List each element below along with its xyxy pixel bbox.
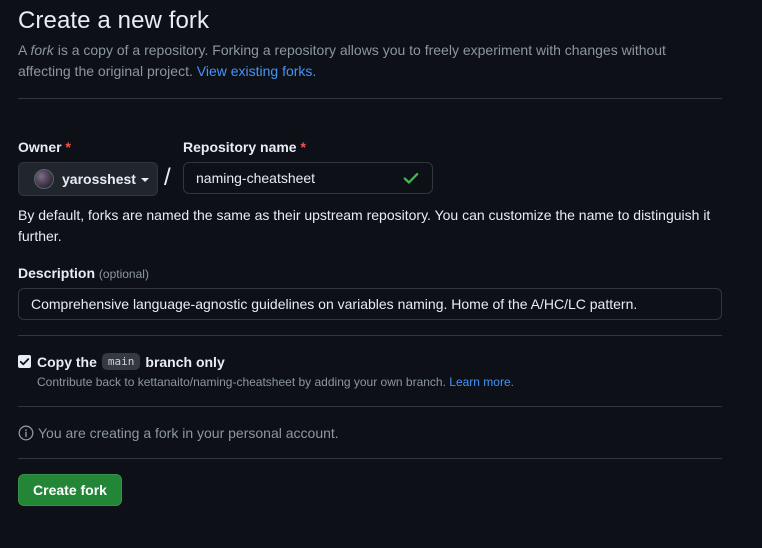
owner-required-mark: *: [65, 139, 71, 155]
owner-label-text: Owner: [18, 139, 62, 155]
owner-label: Owner *: [18, 139, 71, 155]
check-icon: [403, 172, 419, 184]
subtitle-fork-word: fork: [30, 42, 54, 58]
branch-name-code: main: [101, 353, 141, 370]
avatar: [34, 169, 54, 189]
subtitle-text: is a copy of a repository. Forking a rep…: [18, 42, 666, 79]
divider: [18, 98, 722, 99]
checkmark-icon: [19, 358, 30, 366]
repo-name-label-text: Repository name: [183, 139, 297, 155]
view-existing-forks-link[interactable]: View existing forks.: [197, 63, 317, 79]
fork-name-helper-text: By default, forks are named the same as …: [18, 207, 711, 244]
repo-name-input[interactable]: naming-cheatsheet: [183, 162, 433, 194]
copy-branch-label-before: Copy the: [37, 353, 97, 370]
copy-branch-label-after: branch only: [145, 353, 225, 370]
chevron-down-icon: [140, 178, 149, 182]
description-value: Comprehensive language-agnostic guidelin…: [31, 296, 638, 312]
copy-branch-note-text: Contribute back to kettanaito/naming-che…: [37, 375, 446, 389]
learn-more-link[interactable]: Learn more.: [449, 375, 514, 389]
description-optional-text: (optional): [98, 267, 149, 281]
copy-branch-label[interactable]: Copy the main branch only: [37, 353, 225, 370]
divider: [18, 335, 722, 336]
copy-branch-note: Contribute back to kettanaito/naming-che…: [37, 375, 514, 389]
info-icon: [18, 425, 34, 441]
owner-repo-separator: /: [164, 164, 171, 191]
subtitle-prefix: A: [18, 42, 31, 58]
personal-account-notice: You are creating a fork in your personal…: [18, 425, 339, 441]
description-input[interactable]: Comprehensive language-agnostic guidelin…: [18, 288, 722, 320]
personal-account-notice-text: You are creating a fork in your personal…: [38, 425, 339, 441]
page-subtitle: A fork is a copy of a repository. Forkin…: [18, 40, 698, 82]
copy-main-branch-checkbox[interactable]: [18, 355, 31, 368]
description-label-text: Description: [18, 265, 96, 281]
owner-name: yarosshest: [62, 171, 136, 187]
divider: [18, 406, 722, 407]
page-title: Create a new fork: [18, 7, 210, 34]
repo-name-required-mark: *: [300, 139, 306, 155]
description-label: Description (optional): [18, 265, 149, 281]
create-fork-page: Create a new fork A fork is a copy of a …: [0, 0, 762, 548]
repo-name-label: Repository name *: [183, 139, 306, 155]
repo-name-value: naming-cheatsheet: [196, 170, 316, 186]
divider: [18, 458, 722, 459]
create-fork-button[interactable]: Create fork: [18, 474, 122, 506]
owner-select-button[interactable]: yarosshest: [18, 162, 158, 196]
